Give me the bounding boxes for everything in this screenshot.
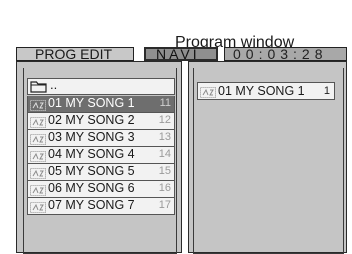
track-row[interactable]: 04 MY SONG 4 14 — [27, 147, 175, 164]
elapsed-time-display: 00:03:28 — [224, 47, 347, 61]
track-name: 06 MY SONG 6 — [48, 181, 135, 195]
track-number: 14 — [158, 148, 171, 160]
music-file-icon — [30, 200, 46, 218]
file-browser-panel: .. 01 MY SONG 1 11 02 MY SONG 2 12 03 MY SON… — [16, 61, 182, 254]
track-number: 15 — [158, 165, 171, 177]
track-row[interactable]: 07 MY SONG 7 17 — [27, 198, 175, 215]
track-row[interactable]: 03 MY SONG 3 13 — [27, 130, 175, 147]
music-file-icon — [200, 85, 216, 103]
mode-label: PROG EDIT — [16, 47, 134, 61]
parent-folder-label: .. — [50, 77, 58, 92]
track-name: 03 MY SONG 3 — [48, 130, 135, 144]
track-list: 01 MY SONG 1 11 02 MY SONG 2 12 03 MY SONG 3… — [27, 96, 175, 215]
program-entry-name: 01 MY SONG 1 — [218, 84, 305, 98]
parent-folder-item[interactable]: .. — [27, 77, 175, 95]
track-row[interactable]: 02 MY SONG 2 12 — [27, 113, 175, 130]
track-number: 11 — [159, 97, 171, 109]
program-window-panel: 01 MY SONG 1 1 — [188, 61, 347, 254]
program-entry-number: 1 — [323, 85, 330, 97]
program-entry[interactable]: 01 MY SONG 1 1 — [197, 82, 335, 100]
track-name: 04 MY SONG 4 — [48, 147, 135, 161]
track-name: 05 MY SONG 5 — [48, 164, 135, 178]
track-number: 16 — [158, 182, 171, 194]
status-bar: PROG EDIT NAVI 00:03:28 — [16, 47, 347, 61]
track-row[interactable]: 01 MY SONG 1 11 — [27, 96, 175, 113]
track-name: 02 MY SONG 2 — [48, 113, 135, 127]
track-number: 17 — [158, 199, 171, 211]
track-name: 07 MY SONG 7 — [48, 198, 135, 212]
track-name: 01 MY SONG 1 — [48, 96, 135, 110]
track-row[interactable]: 05 MY SONG 5 15 — [27, 164, 175, 181]
navi-indicator[interactable]: NAVI — [144, 47, 218, 61]
track-row[interactable]: 06 MY SONG 6 16 — [27, 181, 175, 198]
track-number: 13 — [158, 131, 171, 143]
track-number: 12 — [158, 114, 171, 126]
